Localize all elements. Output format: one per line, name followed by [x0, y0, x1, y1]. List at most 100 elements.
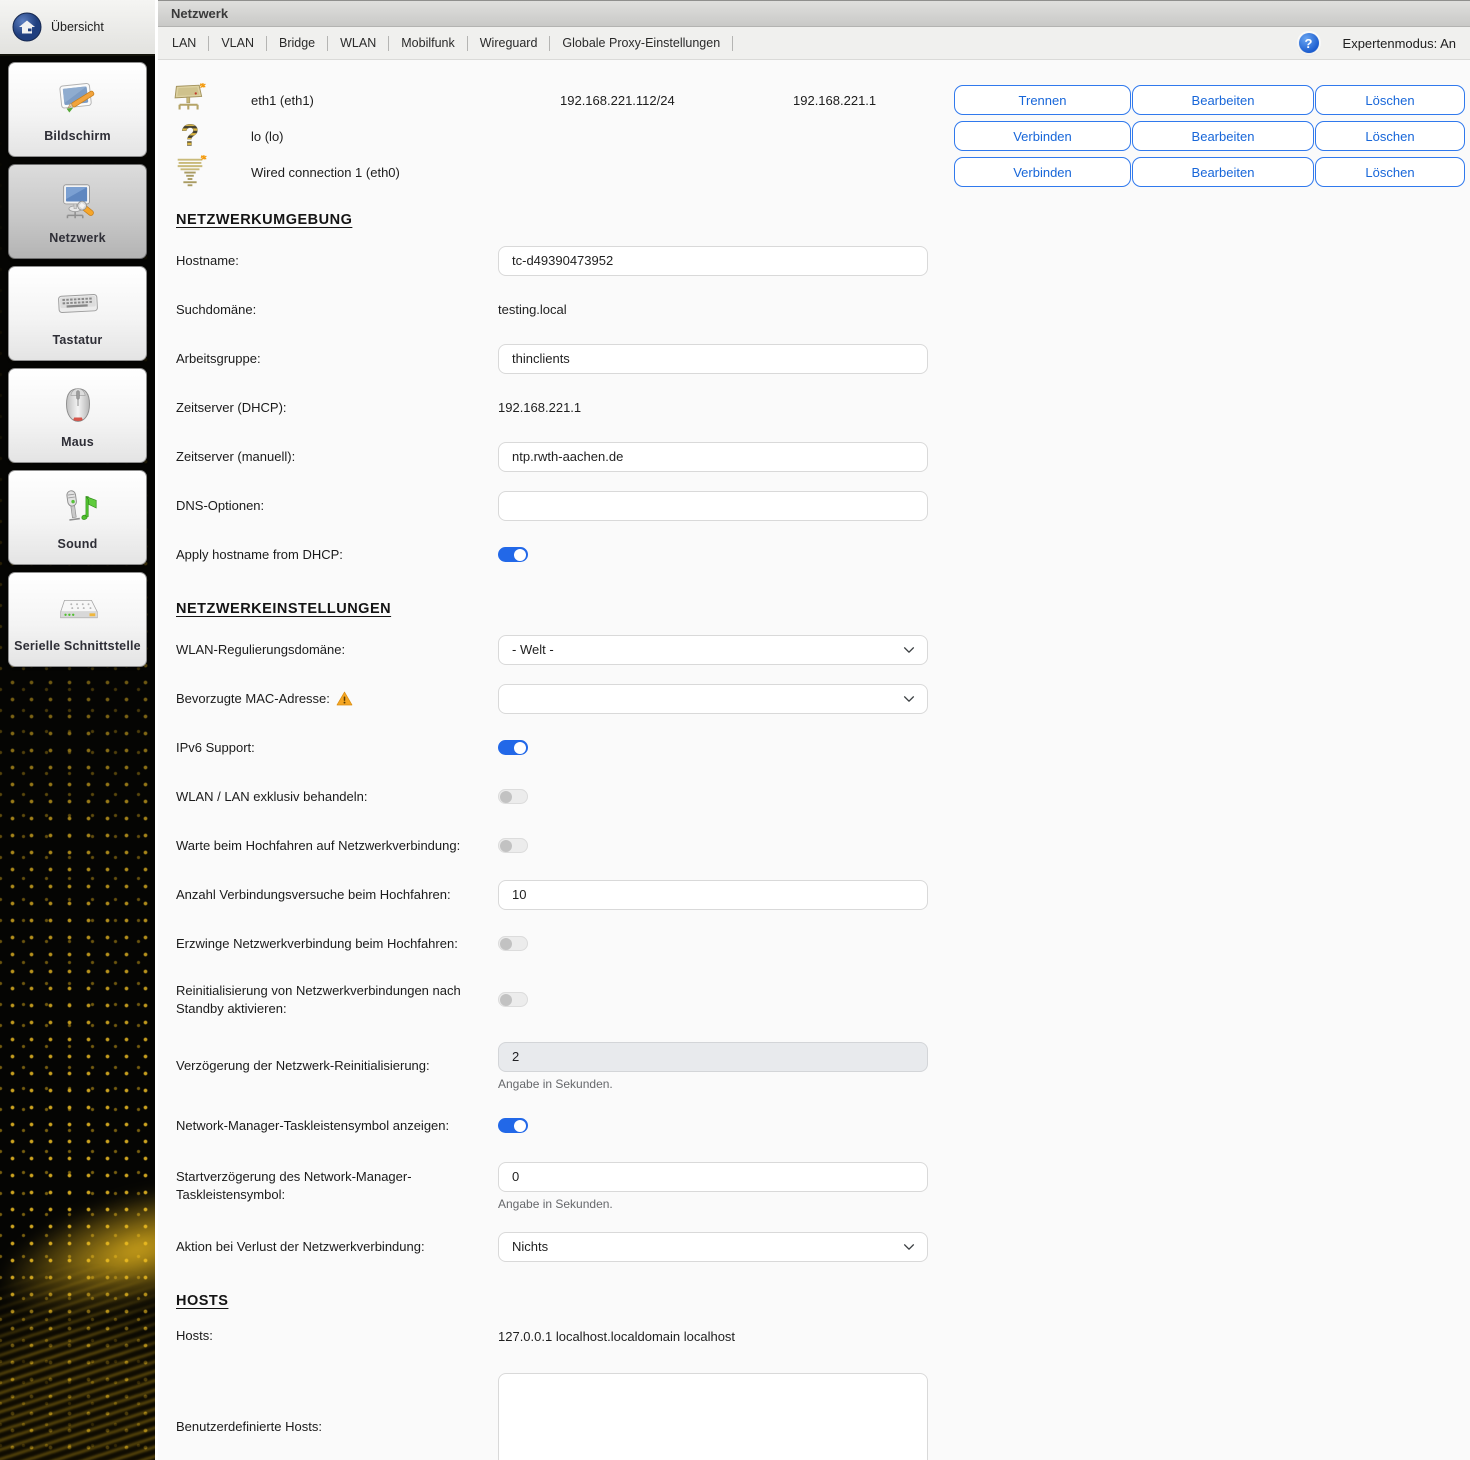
action-on-loss-select[interactable]: Nichts: [498, 1231, 928, 1262]
section-heading-netzwerkeinstellungen: NETZWERKEINSTELLUNGEN: [176, 601, 392, 617]
sidebar-item-netzwerk[interactable]: Netzwerk: [8, 164, 147, 259]
reinit-standby-toggle[interactable]: [498, 992, 528, 1007]
wlan-lan-exclusive-toggle[interactable]: [498, 789, 528, 804]
interface-gateway: 192.168.221.1: [793, 92, 877, 108]
form-row-warte-hochfahren: Warte beim Hochfahren auf Netzwerkverbin…: [158, 821, 1470, 870]
form-row-wlan-lan-exklusiv: WLAN / LAN exklusiv behandeln:: [158, 772, 1470, 821]
field-label: Arbeitsgruppe:: [176, 350, 261, 366]
field-label: Network-Manager-Taskleistensymbol anzeig…: [176, 1117, 450, 1133]
wlan-regulatory-domain-select[interactable]: - Welt -: [498, 634, 928, 665]
sidebar-overview-label: Übersicht: [51, 20, 104, 34]
interface-row-eth1: eth1 (eth1) 192.168.221.112/24 192.168.2…: [158, 82, 1470, 118]
verbinden-button[interactable]: Verbinden: [954, 121, 1131, 151]
tab-wlan[interactable]: WLAN: [328, 35, 390, 51]
field-label: IPv6 Support:: [176, 739, 255, 755]
show-tray-icon-toggle[interactable]: [498, 1118, 528, 1133]
form-row-taskleistensymbol-anzeigen: Network-Manager-Taskleistensymbol anzeig…: [158, 1101, 1470, 1150]
trennen-button[interactable]: Trennen: [954, 85, 1131, 115]
field-label: Zeitserver (DHCP):: [176, 399, 287, 415]
tab-bridge[interactable]: Bridge: [267, 35, 329, 51]
interface-list: eth1 (eth1) 192.168.221.112/24 192.168.2…: [158, 82, 1470, 190]
field-label: Zeitserver (manuell):: [176, 448, 296, 464]
unknown-interface-icon: ?: [172, 119, 208, 153]
search-domain-value: testing.local: [498, 302, 567, 317]
connection-profile-icon: [172, 155, 208, 189]
chevron-down-icon: [903, 1243, 915, 1250]
tab-globale-proxy-einstellungen[interactable]: Globale Proxy-Einstellungen: [550, 35, 734, 51]
interface-name: lo (lo): [251, 128, 284, 144]
helper-text: Angabe in Sekunden.: [498, 1076, 613, 1091]
form-row-reinitialisierung-standby: Reinitialisierung von Netzwerkverbindung…: [158, 968, 1470, 1031]
hostname-input[interactable]: [498, 245, 928, 276]
connection-attempts-input[interactable]: [498, 879, 928, 910]
sidebar-nav: Bildschirm Netzwerk Tastatur Maus Sound …: [0, 56, 155, 667]
tab-vlan[interactable]: VLAN: [209, 35, 267, 51]
section-heading-hosts: HOSTS: [176, 1293, 229, 1309]
form-row-apply-hostname-dhcp: Apply hostname from DHCP:: [158, 530, 1470, 579]
form-row-ipv6-support: IPv6 Support:: [158, 723, 1470, 772]
sidebar-item-maus[interactable]: Maus: [8, 368, 147, 463]
form-row-erzwinge-netzwerkverbindung: Erzwinge Netzwerkverbindung beim Hochfah…: [158, 919, 1470, 968]
interface-ip: 192.168.221.112/24: [560, 92, 675, 108]
tabs: LAN VLAN Bridge WLAN Mobilfunk Wireguard…: [172, 27, 734, 59]
tabbar-right: ? Expertenmodus: An: [1298, 33, 1456, 53]
interface-row-lo: ? lo (lo) Verbinden Bearbeiten Löschen: [158, 118, 1470, 154]
reinit-delay-input: [498, 1041, 928, 1072]
tray-icon-delay-input[interactable]: [498, 1161, 928, 1192]
field-label: Suchdomäne:: [176, 301, 257, 317]
force-network-boot-toggle[interactable]: [498, 936, 528, 951]
field-label: DNS-Optionen:: [176, 497, 265, 513]
page-title-text: Netzwerk: [171, 6, 229, 21]
svg-text:?: ?: [181, 119, 200, 152]
sidebar: Übersicht Bildschirm Netzwerk Tastatur M…: [0, 0, 155, 1460]
mouse-icon: [55, 383, 101, 429]
loeschen-button[interactable]: Löschen: [1315, 121, 1465, 151]
field-label: WLAN-Regulierungsdomäne:: [176, 641, 346, 657]
ipv6-support-toggle[interactable]: [498, 740, 528, 755]
tab-lan[interactable]: LAN: [172, 35, 210, 51]
sidebar-item-bildschirm[interactable]: Bildschirm: [8, 62, 147, 157]
wait-network-boot-toggle[interactable]: [498, 838, 528, 853]
form-row-arbeitsgruppe: Arbeitsgruppe:: [158, 334, 1470, 383]
loeschen-button[interactable]: Löschen: [1315, 85, 1465, 115]
tab-mobilfunk[interactable]: Mobilfunk: [389, 35, 468, 51]
field-label: Startverzögerung des Network-Manager-Tas…: [176, 1169, 412, 1202]
sidebar-item-uebersicht[interactable]: Übersicht: [0, 0, 155, 56]
sidebar-item-sound[interactable]: Sound: [8, 470, 147, 565]
dns-options-input[interactable]: [498, 490, 928, 521]
form-row-aktion-verlust: Aktion bei Verlust der Netzwerkverbindun…: [158, 1222, 1470, 1271]
bearbeiten-button[interactable]: Bearbeiten: [1132, 85, 1314, 115]
preferred-mac-select[interactable]: [498, 683, 928, 714]
sidebar-item-tastatur[interactable]: Tastatur: [8, 266, 147, 361]
timeserver-manual-input[interactable]: [498, 441, 928, 472]
main-panel: Netzwerk LAN VLAN Bridge WLAN Mobilfunk …: [155, 0, 1470, 1460]
interface-actions: Trennen Bearbeiten Löschen: [954, 85, 1465, 115]
bearbeiten-button[interactable]: Bearbeiten: [1132, 157, 1314, 187]
form-row-hosts: Hosts: 127.0.0.1 localhost.localdomain l…: [158, 1317, 1470, 1355]
help-icon[interactable]: ?: [1298, 33, 1319, 53]
sound-icon: [55, 485, 101, 531]
bearbeiten-button[interactable]: Bearbeiten: [1132, 121, 1314, 151]
field-label: Benutzerdefinierte Hosts:: [176, 1419, 322, 1435]
field-label: Reinitialisierung von Netzwerkverbindung…: [176, 982, 461, 1016]
workgroup-input[interactable]: [498, 343, 928, 374]
warning-icon: [336, 691, 353, 706]
hosts-value: 127.0.0.1 localhost.localdomain localhos…: [498, 1328, 736, 1344]
field-label: Aktion bei Verlust der Netzwerkverbindun…: [176, 1238, 425, 1254]
form-row-hostname: Hostname:: [158, 236, 1470, 285]
field-label: Verzögerung der Netzwerk-Reinitialisieru…: [176, 1058, 430, 1074]
field-label: Anzahl Verbindungsversuche beim Hochfahr…: [176, 886, 451, 902]
custom-hosts-textarea[interactable]: [498, 1373, 928, 1460]
field-label: Erzwinge Netzwerkverbindung beim Hochfah…: [176, 935, 458, 951]
form-row-verzoegerung-reinitialisierung: Verzögerung der Netzwerk-Reinitialisieru…: [158, 1031, 1470, 1101]
form-row-bevorzugte-mac-adresse: Bevorzugte MAC-Adresse:: [158, 674, 1470, 723]
field-label: Hostname:: [176, 252, 239, 268]
apply-hostname-dhcp-toggle[interactable]: [498, 547, 528, 562]
loeschen-button[interactable]: Löschen: [1315, 157, 1465, 187]
form-row-zeitserver-dhcp: Zeitserver (DHCP): 192.168.221.1: [158, 383, 1470, 432]
tab-wireguard[interactable]: Wireguard: [468, 35, 551, 51]
sidebar-item-serielle-schnittstelle[interactable]: Serielle Schnittstelle: [8, 572, 147, 667]
verbinden-button[interactable]: Verbinden: [954, 157, 1131, 187]
sidebar-item-label: Maus: [61, 434, 94, 449]
tab-bar: LAN VLAN Bridge WLAN Mobilfunk Wireguard…: [158, 27, 1470, 60]
